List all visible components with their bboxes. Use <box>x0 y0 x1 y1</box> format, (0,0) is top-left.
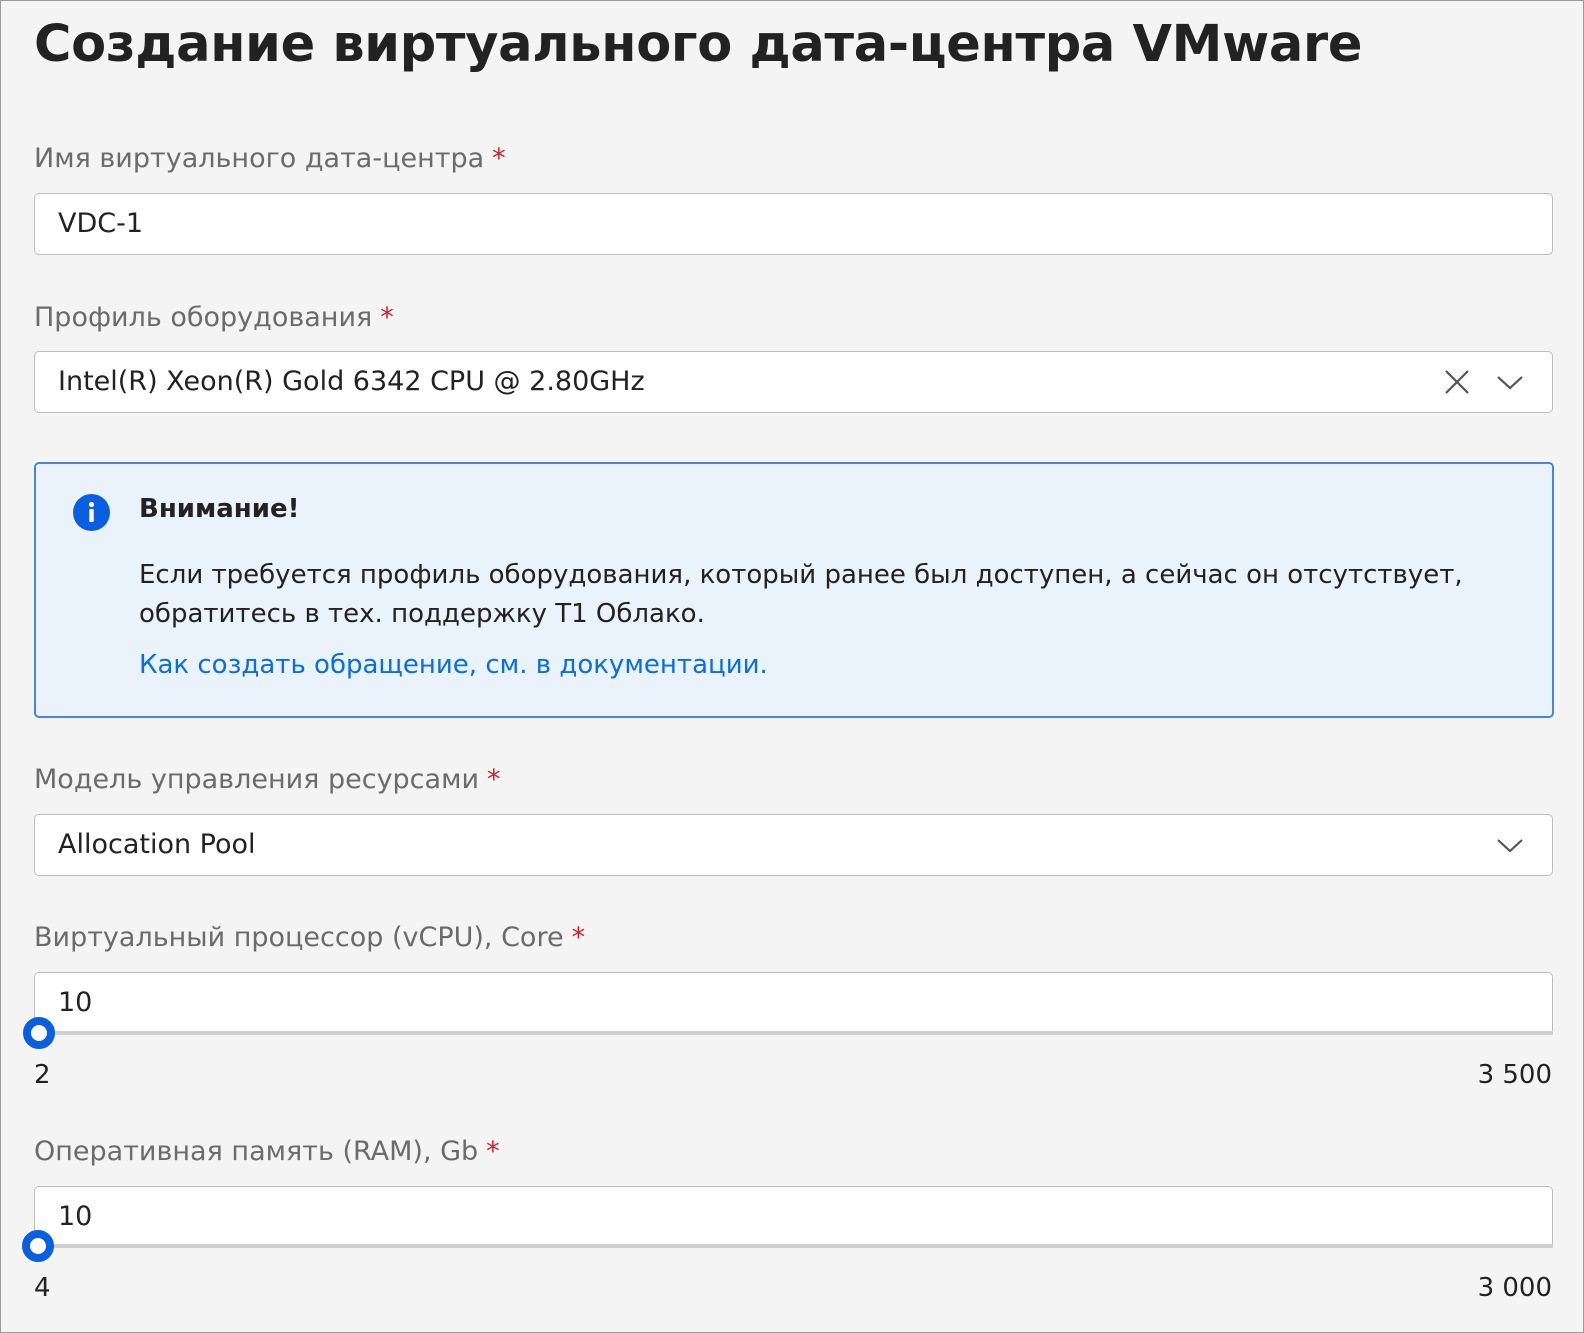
required-mark: * <box>492 143 506 174</box>
vdc-name-value: VDC-1 <box>58 208 144 239</box>
info-icon <box>73 494 110 531</box>
hardware-profile-value: Intel(R) Xeon(R) Gold 6342 CPU @ 2.80GHz <box>58 366 645 397</box>
required-mark: * <box>486 1136 500 1167</box>
resource-model-value: Allocation Pool <box>58 829 256 860</box>
ram-label: Оперативная память (RAM), Gb * <box>34 1136 500 1167</box>
ram-min: 4 <box>34 1273 51 1303</box>
vcpu-label: Виртуальный процессор (vCPU), Core * <box>34 922 585 953</box>
vdc-create-form: Создание виртуального дата-центра VMware… <box>0 0 1584 1333</box>
vcpu-min: 2 <box>34 1060 51 1090</box>
close-icon[interactable] <box>1444 369 1470 395</box>
chevron-down-icon[interactable] <box>1496 372 1524 392</box>
vcpu-max: 3 500 <box>1477 1060 1552 1090</box>
ram-slider-thumb[interactable] <box>22 1230 55 1262</box>
vcpu-input[interactable]: 10 <box>34 972 1553 1034</box>
ram-slider[interactable] <box>22 1230 1553 1262</box>
vcpu-slider[interactable] <box>22 1017 1553 1049</box>
hardware-profile-select[interactable]: Intel(R) Xeon(R) Gold 6342 CPU @ 2.80GHz <box>34 351 1553 413</box>
required-mark: * <box>571 922 586 953</box>
vcpu-value: 10 <box>58 987 93 1018</box>
alert-heading: Внимание! <box>139 494 300 524</box>
required-mark: * <box>380 302 394 333</box>
ram-value: 10 <box>58 1201 93 1232</box>
vcpu-label-text: Виртуальный процессор (vCPU), Core <box>34 922 564 953</box>
documentation-link[interactable]: Как создать обращение, см. в документаци… <box>139 650 768 680</box>
vdc-name-label: Имя виртуального дата-центра * <box>34 143 506 174</box>
resource-model-label: Модель управления ресурсами * <box>34 764 501 795</box>
vdc-name-label-text: Имя виртуального дата-центра <box>34 143 485 174</box>
vdc-name-input[interactable]: VDC-1 <box>34 193 1553 255</box>
attention-alert: Внимание! Если требуется профиль оборудо… <box>34 462 1554 718</box>
alert-text: Если требуется профиль оборудования, кот… <box>139 560 1463 629</box>
page-title: Создание виртуального дата-центра VMware <box>34 15 1363 74</box>
vcpu-slider-thumb[interactable] <box>22 1017 55 1049</box>
ram-input[interactable]: 10 <box>34 1186 1553 1248</box>
ram-label-text: Оперативная память (RAM), Gb <box>34 1136 479 1167</box>
ram-max: 3 000 <box>1477 1273 1552 1303</box>
chevron-down-icon[interactable] <box>1496 835 1524 855</box>
hardware-profile-label: Профиль оборудования * <box>34 302 394 333</box>
required-mark: * <box>487 764 501 795</box>
resource-model-label-text: Модель управления ресурсами <box>34 764 479 795</box>
hardware-profile-label-text: Профиль оборудования <box>34 302 373 333</box>
resource-model-select[interactable]: Allocation Pool <box>34 814 1553 876</box>
